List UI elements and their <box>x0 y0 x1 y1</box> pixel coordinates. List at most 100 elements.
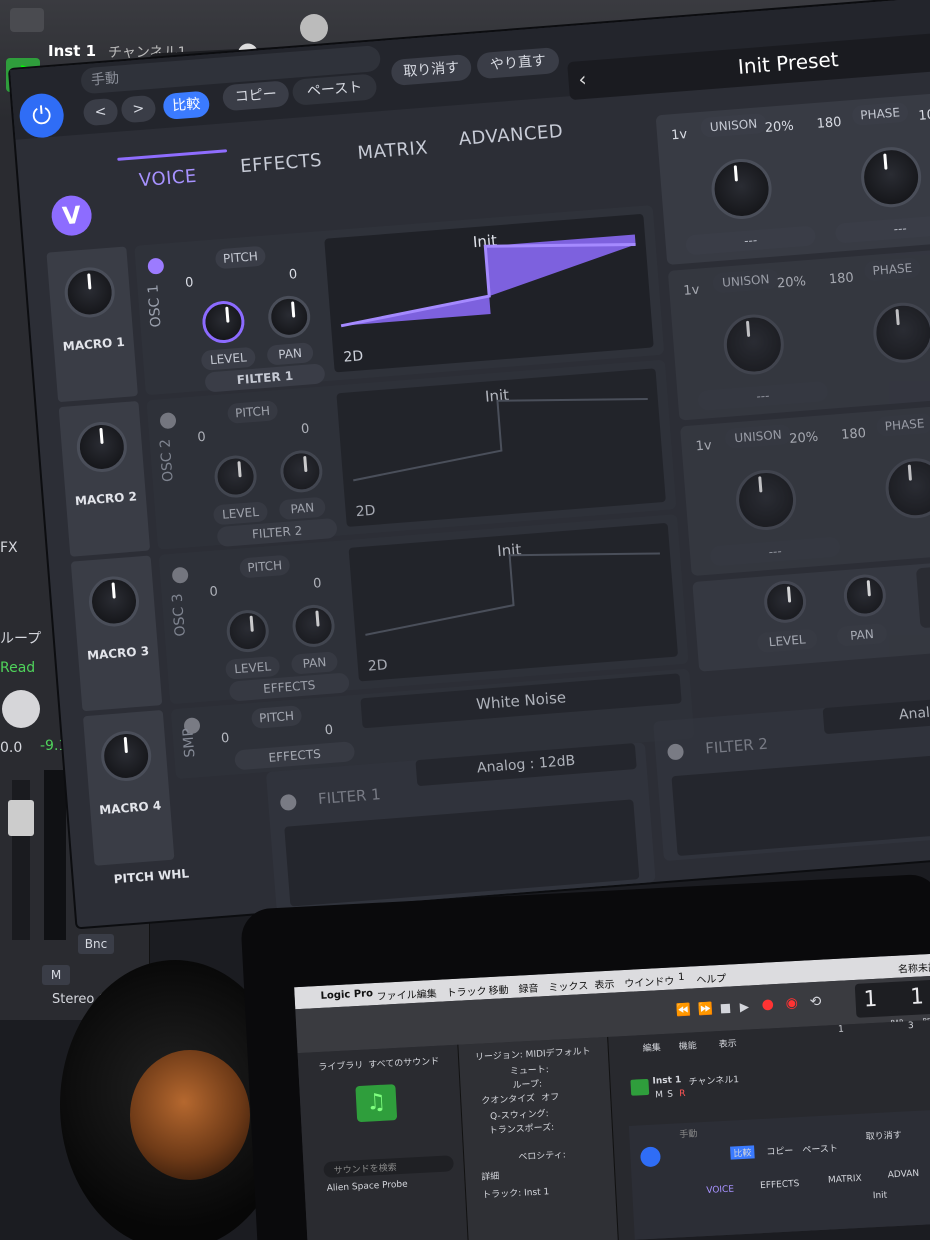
mini-paste[interactable]: ペースト <box>802 1141 838 1156</box>
velocity[interactable]: ベロシティ: <box>518 1147 566 1162</box>
mini-tab-effects[interactable]: EFFECTS <box>760 1179 800 1191</box>
phase-knob[interactable] <box>871 300 930 365</box>
phase-value[interactable]: 180 <box>828 270 854 287</box>
menu-file[interactable]: ファイル <box>376 986 417 1003</box>
pitch-coarse[interactable]: 0 <box>209 584 218 600</box>
wavetable-display[interactable]: Init 2D <box>324 213 654 373</box>
unison-knob[interactable] <box>721 312 787 377</box>
tab-advanced[interactable]: ADVANCED <box>458 121 564 150</box>
mini-compare[interactable]: 比較 <box>730 1145 755 1160</box>
region-mute[interactable]: ミュート: <box>509 1062 550 1077</box>
filter-graph[interactable] <box>284 799 640 907</box>
keytrack-loop-icon[interactable]: ⟳ <box>915 563 930 629</box>
pan-knob[interactable] <box>290 603 337 649</box>
track-record[interactable]: R <box>679 1089 686 1099</box>
unison-knob[interactable] <box>709 156 774 222</box>
function-menu[interactable]: 機能 <box>678 1038 698 1052</box>
pitch-fine[interactable]: 0 <box>324 723 333 739</box>
mini-copy[interactable]: コピー <box>766 1143 794 1157</box>
automation-read[interactable]: Read <box>0 660 35 676</box>
filter-2-toggle[interactable] <box>666 743 685 761</box>
pan-knob[interactable] <box>300 14 328 42</box>
next-button[interactable]: > <box>120 94 157 124</box>
sample-level-knob[interactable] <box>762 579 808 625</box>
mini-tab-matrix[interactable]: MATRIX <box>828 1174 862 1186</box>
phase-knob[interactable] <box>858 144 924 210</box>
pitch-fine[interactable]: 0 <box>301 422 310 438</box>
macro-3[interactable]: MACRO 3 <box>70 555 163 712</box>
sound-item[interactable]: Alien Space Probe <box>326 1180 407 1194</box>
preset-selector[interactable]: ‹ Init Preset <box>567 27 930 101</box>
unison-detune[interactable]: 20% <box>789 430 819 447</box>
pitch-coarse[interactable]: 0 <box>185 275 194 291</box>
phase-value[interactable]: 180 <box>816 115 842 132</box>
track-inspector[interactable]: トラック: Inst 1 <box>482 1184 549 1200</box>
region-title[interactable]: リージョン: MIDIデフォルト <box>475 1044 591 1063</box>
wave-mode[interactable]: 2D <box>343 348 364 365</box>
undo-button[interactable]: 取り消す <box>390 53 473 87</box>
unison-voices[interactable]: 1v <box>683 283 700 299</box>
pitch-coarse[interactable]: 0 <box>221 731 230 747</box>
phase-knob[interactable] <box>883 455 930 521</box>
mini-tab-voice[interactable]: VOICE <box>706 1185 734 1196</box>
tab-voice[interactable]: VOICE <box>138 166 197 191</box>
menu-help[interactable]: ヘルプ <box>696 970 727 987</box>
macro-2[interactable]: MACRO 2 <box>58 400 151 557</box>
level-knob[interactable] <box>225 608 271 654</box>
macro-knob[interactable] <box>74 420 129 474</box>
track-name[interactable]: Inst 1 <box>652 1075 681 1086</box>
unison-mod-select[interactable]: --- <box>685 225 817 256</box>
capture-record-icon[interactable]: ◉ <box>785 995 798 1012</box>
forward-icon[interactable]: ⏩ <box>697 1001 713 1016</box>
sample-pan-knob[interactable] <box>842 572 888 619</box>
fader-track[interactable] <box>8 780 34 940</box>
menu-edit[interactable]: 編集 <box>416 985 437 1001</box>
wave-mode[interactable]: 2D <box>355 503 376 520</box>
phase-random[interactable]: 100% <box>918 106 930 124</box>
transpose[interactable]: トランスポーズ: <box>489 1120 555 1136</box>
macro-1[interactable]: MACRO 1 <box>46 246 138 403</box>
unison-mod-select[interactable]: --- <box>697 380 829 412</box>
macro-knob[interactable] <box>62 265 117 320</box>
paste-button[interactable]: ペースト <box>291 73 378 106</box>
unison-detune[interactable]: 20% <box>764 119 794 136</box>
level-knob[interactable] <box>200 299 247 345</box>
edit-menu[interactable]: 編集 <box>642 1040 662 1054</box>
osc-3-toggle[interactable] <box>171 566 189 584</box>
menu-track[interactable]: トラック <box>446 982 487 999</box>
menu-view[interactable]: 表示 <box>594 976 615 992</box>
wavetable-display[interactable]: Init 2D <box>348 522 679 682</box>
macro-knob[interactable] <box>87 574 141 629</box>
bounce-button[interactable]: Bnc <box>78 934 114 954</box>
view-menu[interactable]: 表示 <box>718 1036 737 1050</box>
detail-toggle[interactable]: 詳細 <box>481 1169 500 1183</box>
rewind-icon[interactable]: ⏪ <box>675 1003 691 1018</box>
pan-knob[interactable] <box>278 448 324 494</box>
window-icon[interactable] <box>10 8 44 32</box>
filter-type-select[interactable]: Analog : 12d <box>822 689 930 735</box>
track-mute[interactable]: M <box>655 1090 663 1100</box>
library-search[interactable]: サウンドを検索 <box>323 1155 454 1178</box>
pitch-fine[interactable]: 0 <box>313 576 322 592</box>
mute-button-left[interactable]: M <box>42 965 70 985</box>
fx-label[interactable]: FX <box>0 540 18 556</box>
record-icon[interactable]: ● <box>761 996 774 1013</box>
lcd-display[interactable]: 1 1 BAR BEAT <box>854 978 930 1027</box>
library-filter[interactable]: すべてのサウンド <box>368 1054 439 1071</box>
mini-tab-advanced[interactable]: ADVAN <box>888 1169 920 1181</box>
macro-4[interactable]: MACRO 4 <box>82 709 175 866</box>
menu-mix[interactable]: ミックス <box>548 977 588 994</box>
menu-navigate[interactable]: 移動 <box>488 981 509 997</box>
unison-voices[interactable]: 1v <box>695 438 712 454</box>
osc-2-toggle[interactable] <box>159 412 177 430</box>
tab-matrix[interactable]: MATRIX <box>357 137 429 163</box>
mini-manual[interactable]: 手動 <box>679 1126 698 1140</box>
phase-mod-select[interactable]: --- <box>834 213 930 244</box>
level-knob[interactable] <box>213 453 259 500</box>
compare-button[interactable]: 比較 <box>162 90 211 121</box>
phase-value[interactable]: 180 <box>841 426 867 443</box>
mini-power-icon[interactable] <box>639 1146 661 1168</box>
copy-button[interactable]: コピー <box>221 80 290 112</box>
redo-button[interactable]: やり直す <box>476 46 560 80</box>
filter-1-toggle[interactable] <box>279 793 297 812</box>
